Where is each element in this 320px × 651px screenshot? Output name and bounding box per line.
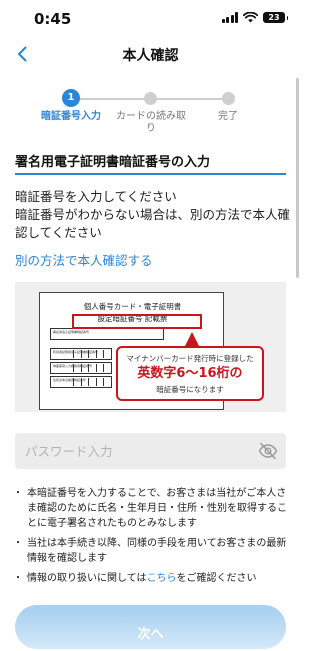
password-visibility-toggle[interactable] [258,442,278,460]
instruction-line: 暗証番号がわからない場合は、別の方法で本人確認してください [15,207,291,240]
step-2-indicator [144,92,157,105]
slip-row-label: 署名用電子証明書暗証番号 [53,330,90,334]
privacy-policy-link[interactable]: こちら [147,573,177,584]
callout-emphasis: 英数字6〜16桁の [137,366,243,381]
eye-slash-icon [258,442,278,460]
battery-icon: 23 [263,12,288,23]
callout-pointer [185,332,199,346]
progress-stepper: 1 暗証番号入力 カードの読み取り 完了 [0,89,301,140]
notice-text: をご確認ください [176,573,257,584]
section-divider [15,173,286,175]
page-title: 本人確認 [122,48,179,64]
pin-hint-callout: マイナンバーカード発行時に登録した 英数字6〜16桁の 暗証番号になります [116,346,264,401]
slip-row: 券面事項入力補助用暗証番号 [50,362,112,374]
password-field [15,433,286,469]
step-3-label: 完了 [218,111,238,122]
instruction-text: 暗証番号を入力してください 暗証番号がわからない場合は、別の方法で本人確認してく… [15,188,290,242]
step-3-indicator [222,92,235,105]
nav-bar: 本人確認 [0,36,301,74]
step-connector [151,97,228,100]
cellular-signal-icon [221,12,238,23]
status-time: 0:45 [34,10,72,28]
notice-list: 本暗証番号を入力することで、お客さまは当社がご本人さま確認のために氏名・生年月日… [13,486,287,591]
slip-row: 署名用電子証明書暗証番号 [50,328,164,340]
slip-heading: 個人番号カード・電子証明書 [83,302,182,311]
callout-text: 暗証番号になります [156,385,224,394]
alternative-verification-link[interactable]: 別の方法で本人確認する [15,250,153,269]
step-1-indicator: 1 [62,89,80,107]
next-button[interactable]: 次へ [15,605,286,649]
slip-row: 利用者証明用電子証明書暗証番号 [50,348,112,360]
notice-item: 当社は本手続き以降、同様の手段を用いてお客さまの最新情報を確認します [13,536,287,566]
password-input[interactable] [25,441,245,461]
signature-pin-highlight [72,314,202,329]
instruction-line: 暗証番号を入力してください [15,189,177,204]
step-connector [79,97,151,100]
notice-item: 情報の取り扱いに関してはこちらをご確認ください [13,571,287,586]
step-1-label: 暗証番号入力 [41,111,101,122]
notice-text: 情報の取り扱いに関しては [27,573,147,584]
wifi-icon [243,12,258,23]
notice-item: 本暗証番号を入力することで、お客さまは当社がご本人さま確認のために氏名・生年月日… [13,486,287,531]
callout-text: マイナンバーカード発行時に登録した [126,354,254,363]
pin-slip-illustration: 個人番号カード・電子証明書 設定暗証番号 記載票 署名用電子証明書暗証番号 利用… [15,282,286,412]
section-title: 署名用電子証明書暗証番号の入力 [15,155,211,170]
status-icons: 23 [221,12,288,23]
status-bar: 0:45 23 [0,0,301,36]
slip-row: 住民基本台帳用暗証番号 [50,376,112,388]
step-2-label: カードの読み取り [116,111,186,134]
